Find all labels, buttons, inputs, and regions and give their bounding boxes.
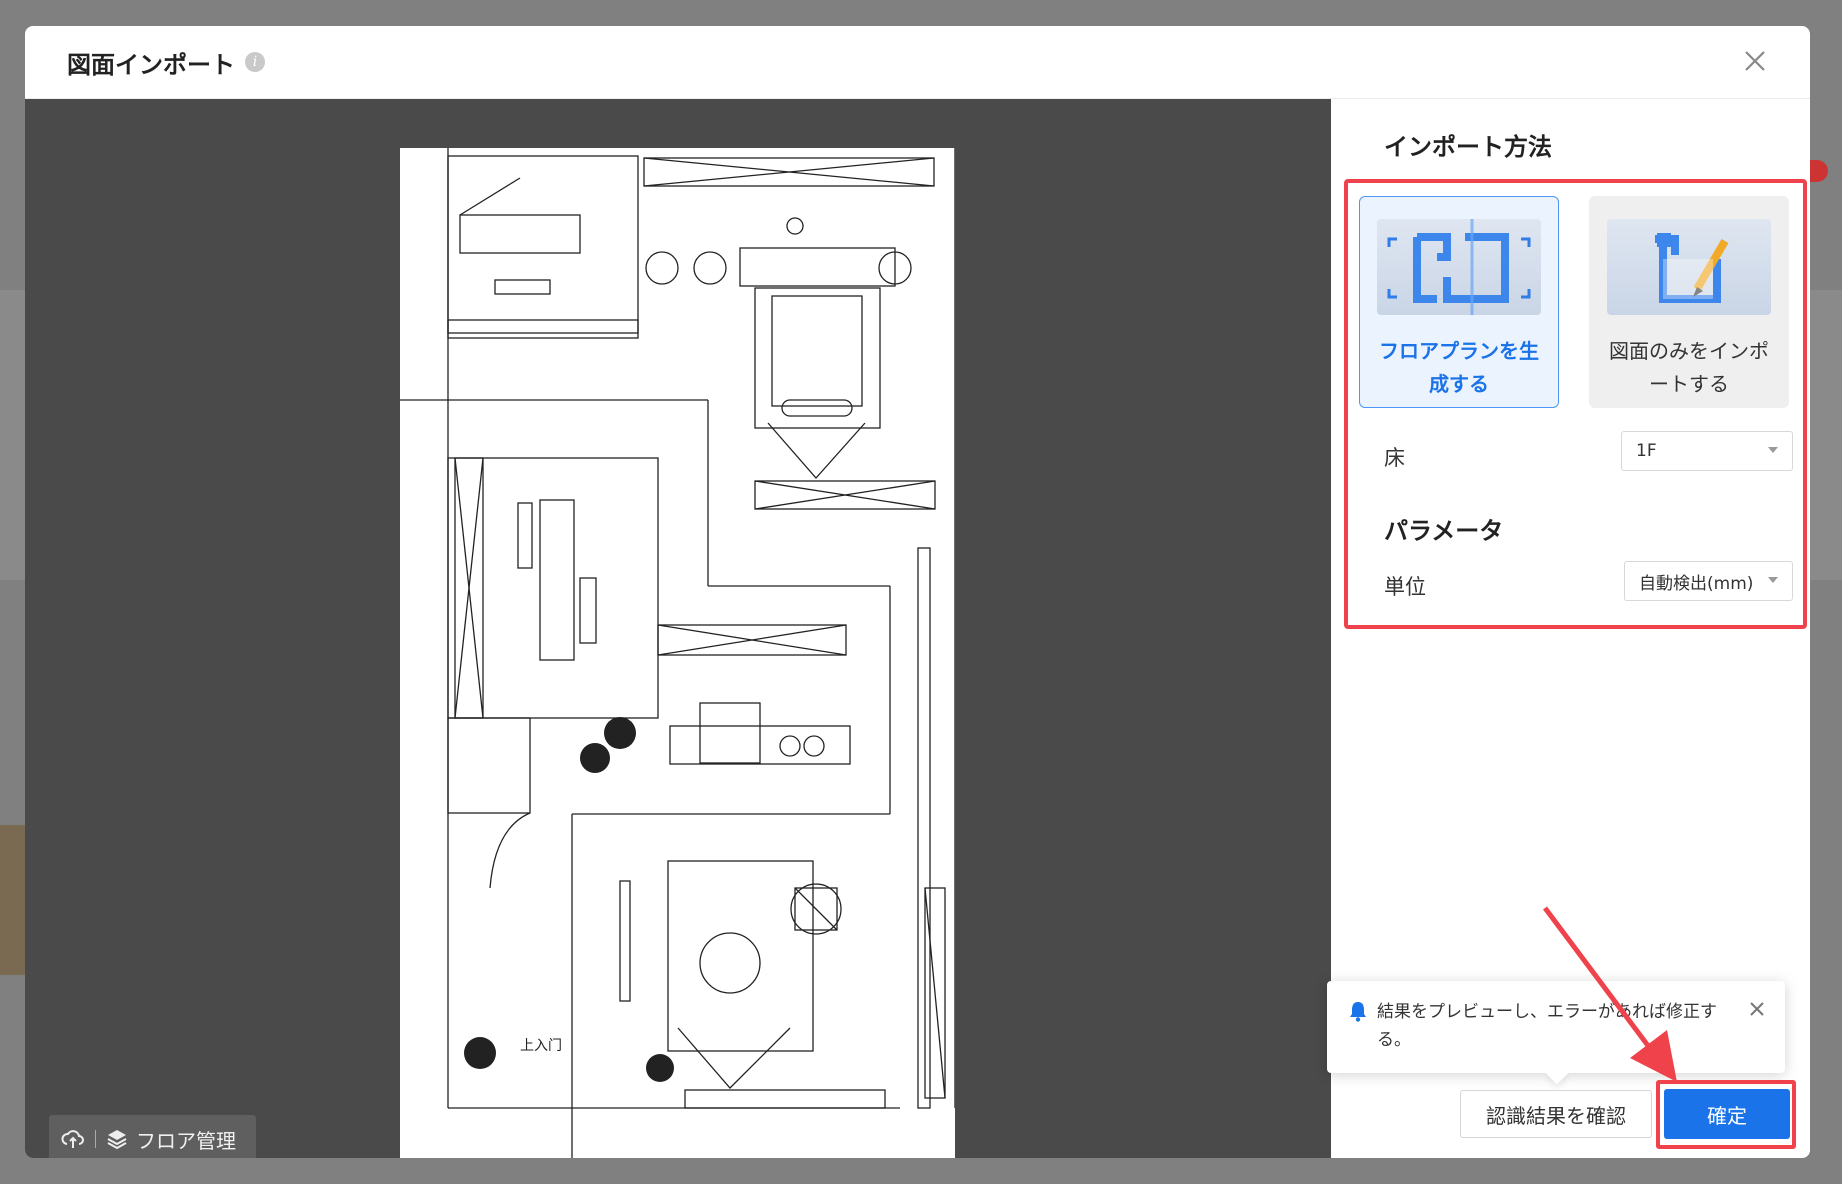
confirm-button[interactable]: 確定 [1664,1089,1790,1139]
method-import-drawing-only[interactable]: 図面のみをインポートする [1589,196,1789,408]
close-button[interactable] [1740,46,1770,76]
check-recognition-button[interactable]: 認識結果を確認 [1460,1090,1652,1138]
background-card [1810,290,1842,580]
drawing-only-illustration [1607,219,1771,315]
floorplan-icon [1387,219,1531,315]
notification-dot [1810,160,1828,182]
unit-label: 単位 [1384,575,1426,599]
upload-icon [61,1130,84,1148]
pencil-plan-icon [1655,233,1729,303]
import-method-title: インポート方法 [1384,133,1552,161]
chevron-down-icon [1768,577,1778,583]
dialog-header: 図面インポート i [25,26,1810,99]
method-label: 図面のみをインポートする [1609,339,1769,396]
floor-management-button[interactable]: フロア管理 [49,1115,256,1158]
divider [95,1130,96,1148]
method-label: フロアプランを生成する [1379,339,1539,396]
chevron-down-icon [1768,447,1778,453]
floor-select[interactable]: 1F [1621,431,1793,471]
parameters-title: パラメータ [1384,517,1504,545]
drawing-canvas[interactable]: 上入门 フロア管理 [25,99,1331,1158]
background-card [0,825,25,975]
floor-plan-svg: 上入门 [400,148,956,1158]
background-card [0,290,25,580]
floor-management-label: フロア管理 [136,1128,236,1153]
floor-label: 床 [1384,446,1405,470]
unit-select-value: 自動検出(mm) [1639,573,1754,594]
dialog-title: 図面インポート [67,50,235,79]
entrance-label: 上入门 [520,1038,562,1054]
bell-icon [1350,1002,1366,1022]
info-icon[interactable]: i [245,52,265,72]
layers-icon [107,1130,127,1150]
floor-select-value: 1F [1636,441,1657,461]
floor-plan-drawing: 上入门 [400,148,956,1158]
annotation-arrow-icon [1542,906,1677,1082]
close-icon [1745,51,1765,71]
unit-select[interactable]: 自動検出(mm) [1624,561,1793,601]
method-generate-floorplan[interactable]: フロアプランを生成する [1359,196,1559,408]
close-icon[interactable] [1749,1001,1765,1017]
floorplan-generate-illustration [1377,219,1541,315]
